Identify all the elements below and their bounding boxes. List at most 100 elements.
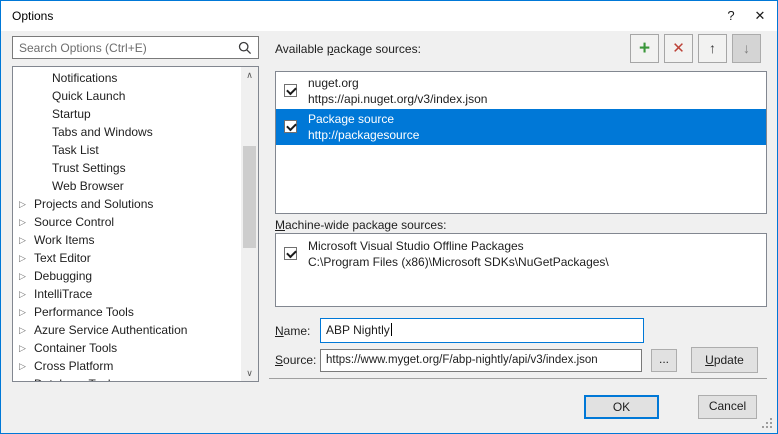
tree-item-tabs-and-windows[interactable]: Tabs and Windows [13,123,241,141]
tree-item-intellitrace[interactable]: ▷IntelliTrace [13,285,241,303]
expander-icon[interactable]: ▷ [19,249,31,267]
plus-icon: + [631,35,658,62]
expander-icon[interactable]: ▷ [19,267,31,285]
source-row-package-source[interactable]: Package source http://packagesource [276,109,766,145]
source-name: Package source [308,111,394,127]
source-label: Source: [275,353,316,367]
tree-item-quick-launch[interactable]: Quick Launch [13,87,241,105]
expander-icon[interactable]: ▷ [19,195,31,213]
arrow-down-icon: ↓ [733,35,760,62]
remove-source-button[interactable]: ✕ [664,34,693,63]
update-button[interactable]: Update [691,347,758,373]
tree-item-performance-tools[interactable]: ▷Performance Tools [13,303,241,321]
tree-item-startup[interactable]: Startup [13,105,241,123]
tree-item-label: Cross Platform [34,359,113,373]
delete-x-icon: ✕ [665,35,692,62]
expander-icon[interactable]: ▷ [19,213,31,231]
tree-item-task-list[interactable]: Task List [13,141,241,159]
available-sources-label: Available package sources: [275,42,421,56]
search-icon [237,40,253,59]
move-up-button[interactable]: ↑ [698,34,727,63]
source-input-value: https://www.myget.org/F/abp-nightly/api/… [326,354,598,366]
search-input[interactable] [13,37,235,58]
arrow-up-icon: ↑ [699,35,726,62]
tree-item-cross-platform[interactable]: ▷Cross Platform [13,357,241,375]
close-icon: ✕ [755,8,766,23]
footer-separator [269,378,767,379]
name-label: Name: [275,324,310,338]
tree-item-web-browser[interactable]: Web Browser [13,177,241,195]
expander-icon[interactable]: ▷ [19,357,31,375]
tree-item-label: Text Editor [34,251,91,265]
scrollbar-thumb[interactable] [243,146,256,248]
tree-item-label: Tabs and Windows [52,125,153,139]
tree-item-notifications[interactable]: Notifications [13,69,241,87]
expander-icon[interactable]: ▷ [19,321,31,339]
machine-wide-sources-list: Microsoft Visual Studio Offline Packages… [275,233,767,307]
options-dialog: Options ? ✕ Notifications Quick Launch S… [0,0,778,434]
options-tree: Notifications Quick Launch Startup Tabs … [12,66,259,382]
expander-icon[interactable]: ▷ [19,231,31,249]
tree-item-database-tools[interactable]: ▷Database Tools [13,375,241,381]
tree-viewport: Notifications Quick Launch Startup Tabs … [13,67,241,381]
text-caret [391,323,392,336]
source-url: C:\Program Files (x86)\Microsoft SDKs\Nu… [308,254,609,270]
machine-wide-sources-label: Machine-wide package sources: [275,218,446,232]
tree-item-label: Container Tools [34,341,117,355]
source-row-nuget-org[interactable]: nuget.org https://api.nuget.org/v3/index… [276,73,766,109]
tree-item-label: Quick Launch [52,89,125,103]
name-input-value: ABP Nightly [326,323,390,337]
tree-item-label: Database Tools [34,377,117,381]
tree-item-azure-service-authentication[interactable]: ▷Azure Service Authentication [13,321,241,339]
expander-icon[interactable]: ▷ [19,375,31,381]
ellipsis-icon: ... [659,352,669,366]
tree-item-text-editor[interactable]: ▷Text Editor [13,249,241,267]
tree-item-label: Notifications [52,71,117,85]
tree-item-label: Projects and Solutions [34,197,153,211]
tree-item-work-items[interactable]: ▷Work Items [13,231,241,249]
source-enabled-checkbox[interactable] [284,247,297,260]
tree-item-projects-and-solutions[interactable]: ▷Projects and Solutions [13,195,241,213]
move-down-button[interactable]: ↓ [732,34,761,63]
title-bar: Options ? ✕ [1,1,777,31]
tree-item-label: Source Control [34,215,114,229]
tree-item-label: Startup [52,107,91,121]
source-row-vs-offline-packages[interactable]: Microsoft Visual Studio Offline Packages… [276,236,766,272]
tree-item-trust-settings[interactable]: Trust Settings [13,159,241,177]
close-button[interactable]: ✕ [746,1,774,31]
source-name: Microsoft Visual Studio Offline Packages [308,238,524,254]
tree-item-label: Performance Tools [34,305,134,319]
tree-item-label: IntelliTrace [34,287,92,301]
tree-item-label: Work Items [34,233,94,247]
tree-item-label: Web Browser [52,179,124,193]
source-url: http://packagesource [308,127,419,143]
source-url: https://api.nuget.org/v3/index.json [308,91,487,107]
source-enabled-checkbox[interactable] [284,120,297,133]
tree-scrollbar[interactable]: ∧ ∨ [241,67,258,381]
scroll-up-icon[interactable]: ∧ [241,67,258,83]
source-input[interactable]: https://www.myget.org/F/abp-nightly/api/… [320,349,642,372]
help-icon: ? [727,8,734,23]
tree-item-container-tools[interactable]: ▷Container Tools [13,339,241,357]
tree-item-label: Debugging [34,269,92,283]
tree-item-source-control[interactable]: ▷Source Control [13,213,241,231]
available-sources-list: nuget.org https://api.nuget.org/v3/index… [275,71,767,214]
tree-item-label: Azure Service Authentication [34,323,187,337]
ok-button[interactable]: OK [584,395,659,419]
name-input[interactable]: ABP Nightly [320,318,644,343]
add-source-button[interactable]: + [630,34,659,63]
source-enabled-checkbox[interactable] [284,84,297,97]
cancel-button[interactable]: Cancel [698,395,757,419]
tree-item-debugging[interactable]: ▷Debugging [13,267,241,285]
expander-icon[interactable]: ▷ [19,339,31,357]
scroll-down-icon[interactable]: ∨ [241,365,258,381]
resize-grip-icon[interactable] [762,418,772,428]
source-name: nuget.org [308,75,359,91]
expander-icon[interactable]: ▷ [19,303,31,321]
tree-item-label: Trust Settings [52,161,126,175]
help-button[interactable]: ? [717,1,745,31]
expander-icon[interactable]: ▷ [19,285,31,303]
browse-button[interactable]: ... [651,349,677,372]
search-box [12,36,259,59]
tree-item-label: Task List [52,143,99,157]
